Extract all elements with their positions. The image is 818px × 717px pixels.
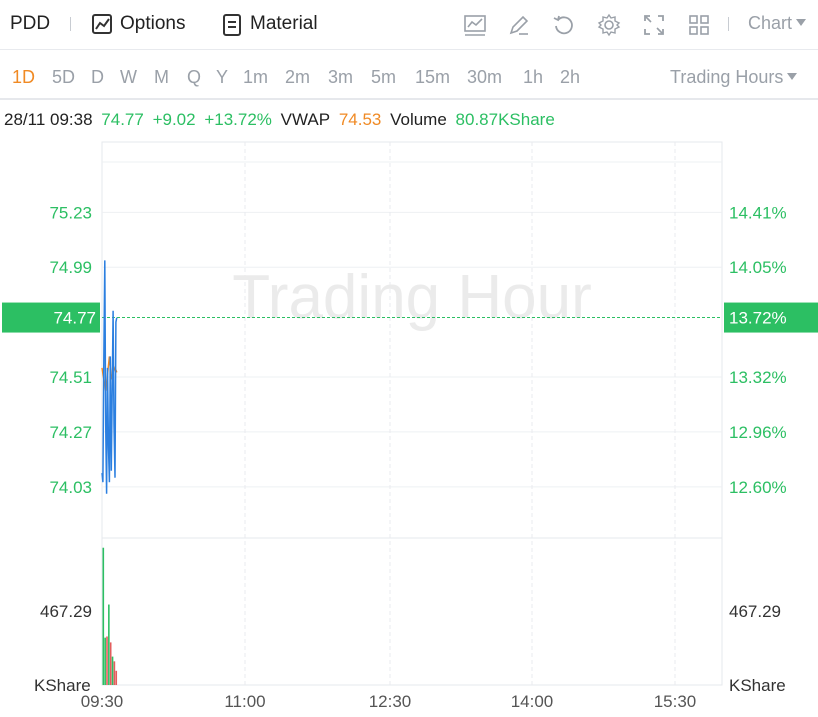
volume-bar [115,670,118,685]
volume-axis-left-label: 467.29 [40,602,92,621]
volume-bar [109,642,112,685]
price-tick-label: 74.03 [49,478,92,497]
volume-bar [108,604,110,685]
session-dropdown[interactable]: Trading Hours [670,67,798,88]
options-button[interactable]: Options [120,11,185,37]
period-d[interactable]: D [91,67,104,88]
period-2h[interactable]: 2h [560,67,580,88]
period-m[interactable]: M [154,67,169,88]
plot-frame [101,141,723,686]
draw-icon[interactable] [506,12,532,38]
price-chart[interactable]: Trading Hour 75.23 74.99 74.51 74.27 74.03 1… [0,138,818,717]
volume-bar [106,636,108,685]
time-tick-label: 12:30 [369,692,412,711]
period-30m[interactable]: 30m [467,67,502,88]
time-tick-label: 09:30 [81,692,124,711]
pct-tick-label: 12.60% [729,478,787,497]
period-selector: 1D 5D D W M Q Y 1m 2m 3m 5m 15m 30m 1h 2… [0,50,818,100]
vwap-value: 74.53 [338,110,382,129]
chevron-down-icon [787,73,798,80]
pct-tick-label: 14.05% [729,258,787,277]
fullscreen-icon[interactable] [641,12,667,38]
chart-type-dropdown[interactable]: Chart [748,13,807,34]
time-tick-label: 15:30 [654,692,697,711]
time-tick-label: 11:00 [224,692,265,711]
chart-type-label: Chart [748,13,793,33]
pct-tick-label: 12.96% [729,423,787,442]
volume-bar [111,656,114,685]
volume-unit-right: KShare [729,676,786,695]
current-price-tag-text: 74.77 [53,309,96,328]
volume-bar [102,547,105,685]
layout-icon[interactable] [686,12,712,38]
chevron-down-icon [796,19,807,26]
session-label: Trading Hours [670,67,784,87]
settings-icon[interactable] [596,12,622,38]
period-5m[interactable]: 5m [371,67,396,88]
period-15m[interactable]: 15m [415,67,450,88]
volume-bar [113,661,116,685]
current-pct-tag-text: 13.72% [729,309,787,328]
period-3m[interactable]: 3m [328,67,353,88]
price-tick-label: 74.51 [49,368,92,387]
period-1d[interactable]: 1D [12,67,35,88]
price-tick-label: 75.23 [49,203,92,222]
chart-toolbar: PDD Options Material Chart [0,0,818,50]
watermark-text: Trading Hour [232,263,592,332]
vwap-label: VWAP [280,110,331,129]
symbol-label[interactable]: PDD [10,11,50,37]
time-tick-label: 14:00 [511,692,554,711]
price-tick-label: 74.99 [49,258,92,277]
pct-tick-label: 13.32% [729,368,787,387]
quote-change-pct: +13.72% [204,110,272,129]
period-2m[interactable]: 2m [285,67,310,88]
price-tick-label: 74.27 [49,423,92,442]
toolbar-divider [70,17,71,31]
options-chart-icon[interactable] [90,12,116,38]
pct-tick-label: 14.41% [729,203,787,222]
period-w[interactable]: W [120,67,137,88]
time-axis: 09:30 11:00 12:30 14:00 15:30 [81,692,697,711]
price-axis-left: 75.23 74.99 74.51 74.27 74.03 [49,203,92,497]
period-5d[interactable]: 5D [52,67,75,88]
quote-info-line: 28/11 09:38 74.77 +9.02 +13.72% VWAP 74.… [4,110,559,130]
period-1h[interactable]: 1h [523,67,543,88]
volume-bar [104,637,106,685]
period-q[interactable]: Q [187,67,201,88]
volume-value: 80.87KShare [455,110,555,129]
toolbar-divider [728,17,729,31]
quote-price: 74.77 [101,110,144,129]
reset-icon[interactable] [551,12,577,38]
volume-axis-right-label: 467.29 [729,602,781,621]
quote-change: +9.02 [152,110,196,129]
material-document-icon[interactable] [220,12,246,38]
indicator-icon[interactable] [462,12,488,38]
material-button[interactable]: Material [250,11,318,37]
volume-label: Volume [390,110,447,129]
period-y[interactable]: Y [216,67,228,88]
price-axis-right: 14.41% 14.05% 13.32% 12.96% 12.60% [729,203,787,497]
period-1m[interactable]: 1m [243,67,268,88]
quote-datetime: 28/11 09:38 [4,110,93,129]
